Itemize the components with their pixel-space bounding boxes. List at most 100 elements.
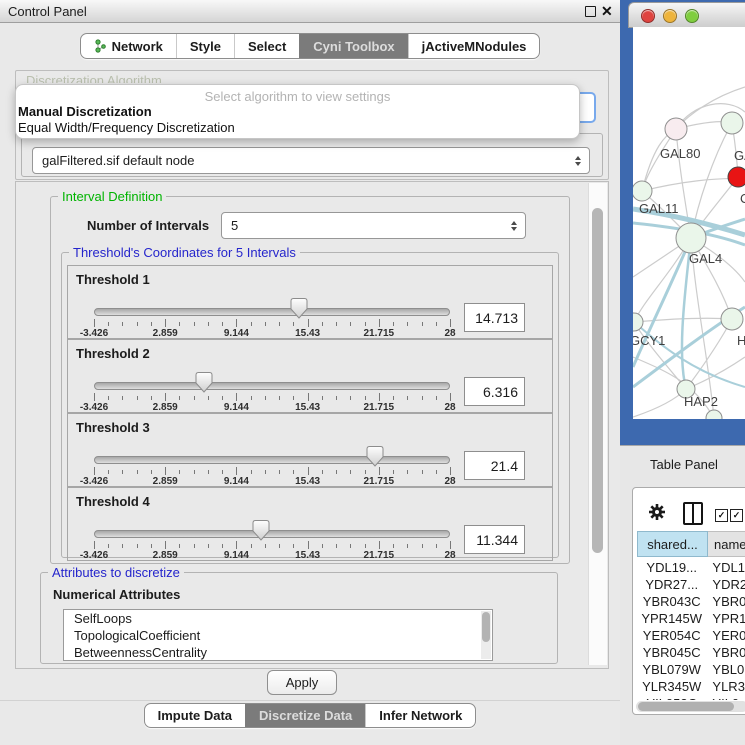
tick-mark <box>407 544 408 548</box>
cell-shared-name: YDR27... <box>637 576 706 593</box>
table-row[interactable]: YBR045CYBR0 <box>637 644 745 661</box>
threshold-slider[interactable]: -3.4262.8599.14415.4321.71528 <box>94 266 450 338</box>
tick-mark <box>165 541 166 549</box>
slider-thumb[interactable] <box>253 520 270 546</box>
table-header: shared... name <box>637 531 745 557</box>
tab-discretize-data[interactable]: Discretize Data <box>245 704 365 727</box>
tab-label: jActiveMNodules <box>422 39 527 54</box>
panel-title: Control Panel <box>8 4 87 19</box>
attributes-list[interactable]: SelfLoopsTopologicalCoefficientBetweenne… <box>63 609 493 661</box>
svg-text:HAP2: HAP2 <box>684 394 718 409</box>
tick-mark <box>137 396 138 400</box>
table-data-combo[interactable]: galFiltered.sif default node <box>32 147 590 174</box>
tick-mark <box>137 470 138 474</box>
gear-icon[interactable] <box>648 503 666 526</box>
attributes-scrollbar-thumb[interactable] <box>482 612 490 642</box>
dropdown-option-manual-discretization[interactable]: Manual Discretization <box>18 104 152 119</box>
tick-mark <box>393 470 394 474</box>
network-icon <box>94 39 107 53</box>
attribute-item-selfloops[interactable]: SelfLoops <box>64 610 492 627</box>
threshold-value-field[interactable]: 11.344 <box>464 525 525 554</box>
column-header-shared-name[interactable]: shared... <box>637 531 708 557</box>
tick-label: 9.144 <box>224 476 249 487</box>
slider-thumb[interactable] <box>291 298 308 324</box>
vertical-scrollbar[interactable] <box>588 183 607 665</box>
tab-style[interactable]: Style <box>176 34 234 58</box>
tab-impute-data[interactable]: Impute Data <box>145 704 245 727</box>
table-row[interactable]: YBR043CYBR0 <box>637 593 745 610</box>
traffic-light-yellow-icon[interactable] <box>663 9 677 23</box>
tab-infer-network[interactable]: Infer Network <box>365 704 475 727</box>
tab-label: Network <box>112 39 163 54</box>
checkbox-icon[interactable]: ✓ <box>715 509 728 522</box>
tick-label: -3.426 <box>80 328 108 339</box>
tick-label: 2.859 <box>153 328 178 339</box>
number-of-intervals-label: Number of Intervals <box>87 218 209 233</box>
tab-cyni-toolbox[interactable]: Cyni Toolbox <box>299 34 407 58</box>
table-row[interactable]: YDL19...YDL1 <box>637 559 745 576</box>
tick-label: 28 <box>444 476 455 487</box>
split-view-icon[interactable] <box>683 502 703 525</box>
table-row[interactable]: YIL053CYIL0 <box>637 695 745 700</box>
number-of-intervals-combo[interactable]: 5 <box>221 212 526 239</box>
attribute-item-betweennesscentrality[interactable]: BetweennessCentrality <box>64 644 492 661</box>
tab-network[interactable]: Network <box>81 34 176 58</box>
tick-label: 15.43 <box>295 476 320 487</box>
vertical-scrollbar-thumb[interactable] <box>592 208 603 553</box>
table-row[interactable]: YLR345WYLR3 <box>637 678 745 695</box>
traffic-light-red-icon[interactable] <box>641 9 655 23</box>
cell-shared-name: YIL053C <box>637 695 706 700</box>
tick-label: 21.715 <box>364 328 395 339</box>
threshold-slider[interactable]: -3.4262.8599.14415.4321.71528 <box>94 414 450 486</box>
tab-jactivemnodules[interactable]: jActiveMNodules <box>408 34 540 58</box>
cell-shared-name: YBR045C <box>637 644 706 661</box>
slider-tick-labels: -3.4262.8599.14415.4321.71528 <box>94 476 450 487</box>
table-row[interactable]: YBL079WYBL0 <box>637 661 745 678</box>
threshold-slider[interactable]: -3.4262.8599.14415.4321.71528 <box>94 340 450 412</box>
threshold-value-field[interactable]: 14.713 <box>464 303 525 332</box>
slider-thumb[interactable] <box>196 372 213 398</box>
tick-mark <box>165 393 166 401</box>
thresholds-group: Threshold's Coordinates for 5 Intervals … <box>61 252 559 558</box>
tick-mark <box>293 544 294 548</box>
tick-mark <box>179 396 180 400</box>
table-row[interactable]: YER054CYER0 <box>637 627 745 644</box>
threshold-value-field[interactable]: 21.4 <box>464 451 525 480</box>
attribute-item-topologicalcoefficient[interactable]: TopologicalCoefficient <box>64 627 492 644</box>
cell-shared-name: YDL19... <box>637 559 706 576</box>
threshold-slider[interactable]: -3.4262.8599.14415.4321.71528 <box>94 488 450 560</box>
tick-label: 21.715 <box>364 402 395 413</box>
network-window-titlebar[interactable] <box>628 2 745 28</box>
svg-text:C: C <box>740 191 745 206</box>
tick-mark <box>122 322 123 326</box>
slider-thumb[interactable] <box>367 446 384 472</box>
table-row[interactable]: YDR27...YDR2 <box>637 576 745 593</box>
horizontal-scrollbar-thumb[interactable] <box>638 702 734 711</box>
network-canvas[interactable]: GAL80GACGAL11GAL4GCY1HHAP2 <box>633 27 745 419</box>
attributes-group: Attributes to discretize Numerical Attri… <box>40 572 558 664</box>
tick-mark <box>322 396 323 400</box>
tick-mark <box>179 470 180 474</box>
dropdown-option-equal-width-frequency-discretization[interactable]: Equal Width/Frequency Discretization <box>18 120 235 135</box>
traffic-light-green-icon[interactable] <box>685 9 699 23</box>
horizontal-scrollbar[interactable] <box>636 701 745 712</box>
tick-mark <box>293 470 294 474</box>
svg-text:GCY1: GCY1 <box>633 333 665 348</box>
column-header-name[interactable]: name <box>708 531 745 557</box>
close-icon[interactable]: ✕ <box>601 2 613 20</box>
tick-mark <box>208 544 209 548</box>
tab-select[interactable]: Select <box>234 34 299 58</box>
tick-mark <box>151 544 152 548</box>
attributes-scrollbar[interactable] <box>481 611 491 659</box>
float-window-icon[interactable] <box>585 6 596 17</box>
checkbox-icon[interactable]: ✓ <box>730 509 743 522</box>
tick-mark <box>407 396 408 400</box>
svg-text:GAL11: GAL11 <box>639 201 679 216</box>
tick-mark <box>265 396 266 400</box>
threshold-value-field[interactable]: 6.316 <box>464 377 525 406</box>
tick-mark <box>151 396 152 400</box>
table-row[interactable]: YPR145WYPR1 <box>637 610 745 627</box>
tick-label: 15.43 <box>295 328 320 339</box>
tick-mark <box>279 544 280 548</box>
apply-button[interactable]: Apply <box>267 670 337 695</box>
